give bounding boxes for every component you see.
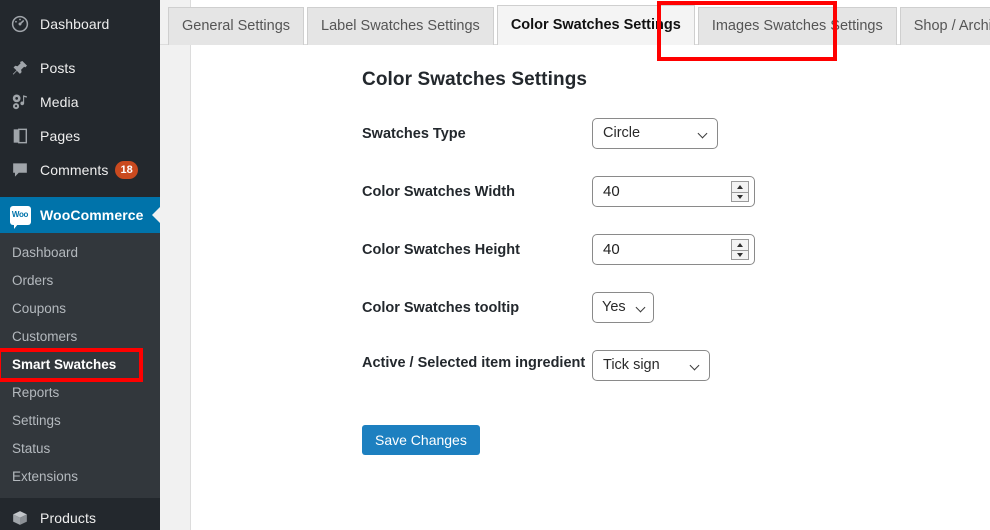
settings-tab-bar: General Settings Label Swatches Settings… xyxy=(160,0,990,45)
tab-general-settings[interactable]: General Settings xyxy=(168,7,305,45)
woocommerce-logo-text: Woo xyxy=(11,209,29,219)
admin-screen: Dashboard Posts Media Pages Comments 18 … xyxy=(0,0,990,530)
admin-sidebar: Dashboard Posts Media Pages Comments 18 … xyxy=(0,0,160,530)
submenu-item-reports[interactable]: Reports xyxy=(0,379,160,407)
comments-count-badge: 18 xyxy=(115,161,138,179)
sidebar-item-posts[interactable]: Posts xyxy=(0,51,160,85)
height-stepper[interactable] xyxy=(731,239,749,260)
active-selected-item-ingredient-control: Tick sign xyxy=(592,350,990,381)
submenu-item-orders[interactable]: Orders xyxy=(0,267,160,295)
color-swatches-height-value: 40 xyxy=(603,241,620,258)
active-selected-item-ingredient-value: Tick sign xyxy=(603,357,660,373)
sidebar-item-label: Media xyxy=(40,94,79,110)
color-swatches-tooltip-select[interactable]: Yes xyxy=(592,292,654,323)
submenu-item-coupons[interactable]: Coupons xyxy=(0,295,160,323)
sidebar-item-label: Pages xyxy=(40,128,81,144)
tab-images-swatches-settings[interactable]: Images Swatches Settings xyxy=(697,7,897,45)
submenu-item-status[interactable]: Status xyxy=(0,435,160,463)
submenu-item-extensions[interactable]: Extensions xyxy=(0,463,160,491)
field-row-color-swatches-width: Color Swatches Width 40 xyxy=(362,176,990,207)
color-swatches-width-control: 40 xyxy=(592,176,990,207)
tab-shop-archive[interactable]: Shop / Archive xyxy=(899,7,990,45)
swatches-type-control: Circle xyxy=(592,118,990,149)
color-swatches-height-label: Color Swatches Height xyxy=(362,242,520,258)
color-swatches-width-input[interactable]: 40 xyxy=(592,176,755,207)
field-row-active-selected-item-ingredient: Active / Selected item ingredient Tick s… xyxy=(362,350,990,381)
color-swatches-tooltip-value: Yes xyxy=(602,299,626,315)
pin-icon xyxy=(9,58,31,78)
sidebar-item-comments[interactable]: Comments 18 xyxy=(0,153,160,187)
stepper-up-icon[interactable] xyxy=(732,182,748,193)
stepper-up-icon[interactable] xyxy=(732,240,748,251)
swatches-type-value: Circle xyxy=(603,125,641,141)
save-row: Save Changes xyxy=(362,425,990,455)
submenu-item-smart-swatches[interactable]: Smart Swatches xyxy=(0,351,160,379)
submenu-item-settings[interactable]: Settings xyxy=(0,407,160,435)
sidebar-item-label: WooCommerce xyxy=(40,207,144,223)
field-row-swatches-type: Swatches Type Circle xyxy=(362,118,990,149)
sidebar-item-pages[interactable]: Pages xyxy=(0,119,160,153)
comment-bubble-icon xyxy=(9,160,31,180)
woocommerce-icon: Woo xyxy=(9,205,31,229)
color-swatches-tooltip-control: Yes xyxy=(592,292,990,323)
product-box-icon xyxy=(9,508,31,528)
stepper-down-icon[interactable] xyxy=(732,251,748,261)
settings-form: Color Swatches Settings Swatches Type Ci… xyxy=(362,45,990,455)
tab-label-swatches-settings[interactable]: Label Swatches Settings xyxy=(307,7,494,45)
color-swatches-height-input[interactable]: 40 xyxy=(592,234,755,265)
media-music-icon xyxy=(9,92,31,112)
active-selected-item-ingredient-label: Active / Selected item ingredient xyxy=(362,355,586,371)
tab-color-swatches-settings[interactable]: Color Swatches Settings xyxy=(496,5,695,45)
stepper-down-icon[interactable] xyxy=(732,193,748,203)
color-swatches-width-value: 40 xyxy=(603,183,620,200)
swatches-type-label: Swatches Type xyxy=(362,126,466,142)
sidebar-item-label: Products xyxy=(40,510,97,526)
swatches-type-select[interactable]: Circle xyxy=(592,118,718,149)
sidebar-bottom-menu: Products xyxy=(0,498,160,530)
dashboard-gauge-icon xyxy=(9,14,31,34)
submenu-item-customers[interactable]: Customers xyxy=(0,323,160,351)
sidebar-item-products[interactable]: Products xyxy=(0,501,160,530)
woocommerce-submenu: Dashboard Orders Coupons Customers Smart… xyxy=(0,233,160,498)
submenu-item-dashboard[interactable]: Dashboard xyxy=(0,239,160,267)
sidebar-item-woocommerce[interactable]: Woo WooCommerce xyxy=(0,197,160,233)
sidebar-top-menu: Dashboard Posts Media Pages Comments 18 … xyxy=(0,7,160,233)
content-area: General Settings Label Swatches Settings… xyxy=(160,0,990,530)
sidebar-item-label: Comments xyxy=(40,162,109,178)
page-title: Color Swatches Settings xyxy=(362,69,588,90)
pages-book-icon xyxy=(9,126,31,146)
field-row-color-swatches-tooltip: Color Swatches tooltip Yes xyxy=(362,292,990,323)
sidebar-item-label: Posts xyxy=(40,60,76,76)
color-swatches-height-control: 40 xyxy=(592,234,990,265)
color-swatches-tooltip-label: Color Swatches tooltip xyxy=(362,300,520,316)
field-row-color-swatches-height: Color Swatches Height 40 xyxy=(362,234,990,265)
save-button[interactable]: Save Changes xyxy=(362,425,480,455)
width-stepper[interactable] xyxy=(731,181,749,202)
sidebar-item-label: Dashboard xyxy=(40,16,110,32)
sidebar-item-media[interactable]: Media xyxy=(0,85,160,119)
color-swatches-width-label: Color Swatches Width xyxy=(362,184,515,200)
sidebar-item-dashboard[interactable]: Dashboard xyxy=(0,7,160,41)
active-selected-item-ingredient-select[interactable]: Tick sign xyxy=(592,350,710,381)
